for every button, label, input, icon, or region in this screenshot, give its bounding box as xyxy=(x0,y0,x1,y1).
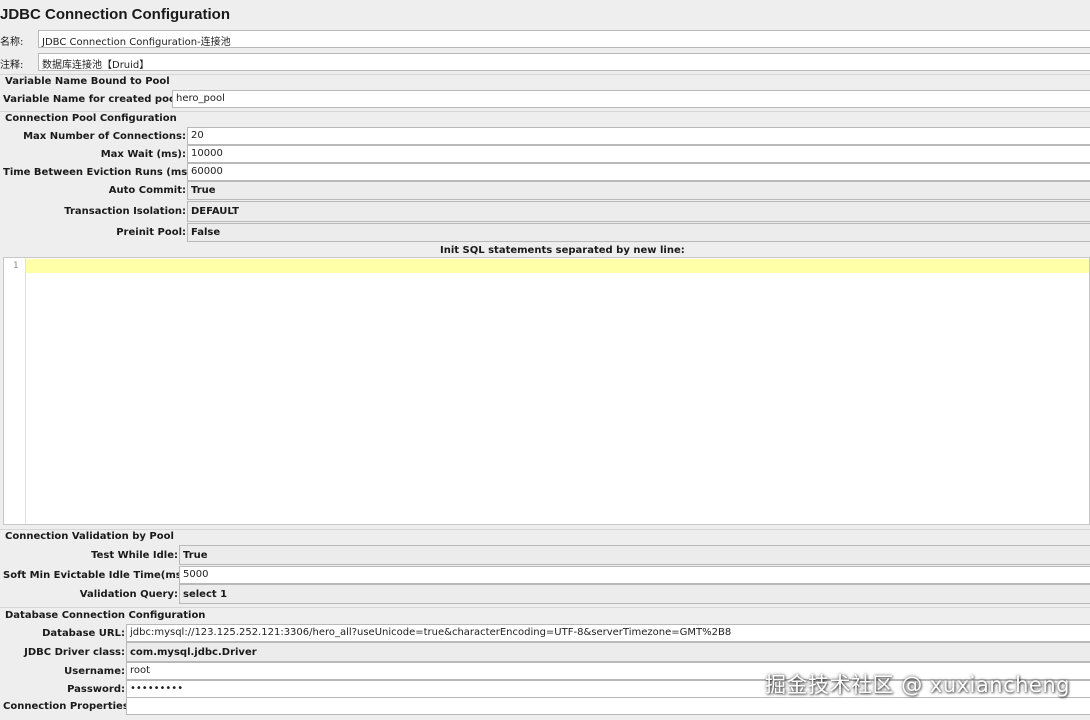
init-sql-editor[interactable]: 1 xyxy=(3,257,1090,525)
validation-query-label: Validation Query: xyxy=(79,589,178,600)
section-divider xyxy=(0,529,1090,530)
comment-input[interactable]: 数据库连接池【Druid】 xyxy=(38,53,1090,71)
test-while-idle-select[interactable]: True xyxy=(179,545,1090,565)
db-section-title: Database Connection Configuration xyxy=(5,610,206,621)
variable-name-input[interactable]: hero_pool xyxy=(172,90,1090,108)
comment-label: 注释: xyxy=(0,60,24,71)
connection-properties-label: Connection Properties: xyxy=(3,701,133,712)
password-label: Password: xyxy=(67,684,125,695)
connection-properties-input[interactable] xyxy=(126,697,1090,715)
current-line-highlight xyxy=(26,259,1089,273)
section-divider xyxy=(0,74,1090,75)
auto-commit-select[interactable]: True xyxy=(187,181,1090,200)
transaction-isolation-label: Transaction Isolation: xyxy=(64,206,186,217)
page-title: JDBC Connection Configuration xyxy=(0,6,230,23)
test-while-idle-label: Test While Idle: xyxy=(91,550,178,561)
init-sql-label: Init SQL statements separated by new lin… xyxy=(440,245,685,256)
soft-min-idle-input[interactable]: 5000 xyxy=(179,566,1090,584)
validation-section-title: Connection Validation by Pool xyxy=(5,531,174,542)
variable-section-title: Variable Name Bound to Pool xyxy=(5,76,170,87)
preinit-pool-select[interactable]: False xyxy=(187,223,1090,242)
eviction-runs-label: Time Between Eviction Runs (ms): xyxy=(3,167,196,178)
name-input[interactable]: JDBC Connection Configuration-连接池 xyxy=(38,30,1090,48)
database-url-label: Database URL: xyxy=(42,628,125,639)
section-divider xyxy=(0,111,1090,112)
max-wait-input[interactable]: 10000 xyxy=(187,145,1090,163)
watermark-text: 掘金技术社区 @ xuxiancheng xyxy=(765,673,1070,697)
line-number: 1 xyxy=(13,261,19,271)
database-url-input[interactable]: jdbc:mysql://123.125.252.121:3306/hero_a… xyxy=(126,624,1090,642)
variable-name-label: Variable Name for created pool: xyxy=(3,94,184,105)
driver-class-select[interactable]: com.mysql.jdbc.Driver xyxy=(126,642,1090,662)
driver-class-label: JDBC Driver class: xyxy=(24,647,125,658)
username-label: Username: xyxy=(64,666,125,677)
max-connections-input[interactable]: 20 xyxy=(187,127,1090,145)
preinit-pool-label: Preinit Pool: xyxy=(116,227,186,238)
soft-min-idle-label: Soft Min Evictable Idle Time(ms): xyxy=(3,570,191,581)
max-connections-label: Max Number of Connections: xyxy=(23,131,186,142)
auto-commit-label: Auto Commit: xyxy=(108,185,186,196)
transaction-isolation-select[interactable]: DEFAULT xyxy=(187,201,1090,222)
line-number-gutter: 1 xyxy=(4,258,26,524)
validation-query-select[interactable]: select 1 xyxy=(179,584,1090,604)
max-wait-label: Max Wait (ms): xyxy=(100,149,186,160)
pool-section-title: Connection Pool Configuration xyxy=(5,113,177,124)
name-label: 名称: xyxy=(0,37,24,48)
eviction-runs-input[interactable]: 60000 xyxy=(187,163,1090,181)
section-divider xyxy=(0,607,1090,608)
